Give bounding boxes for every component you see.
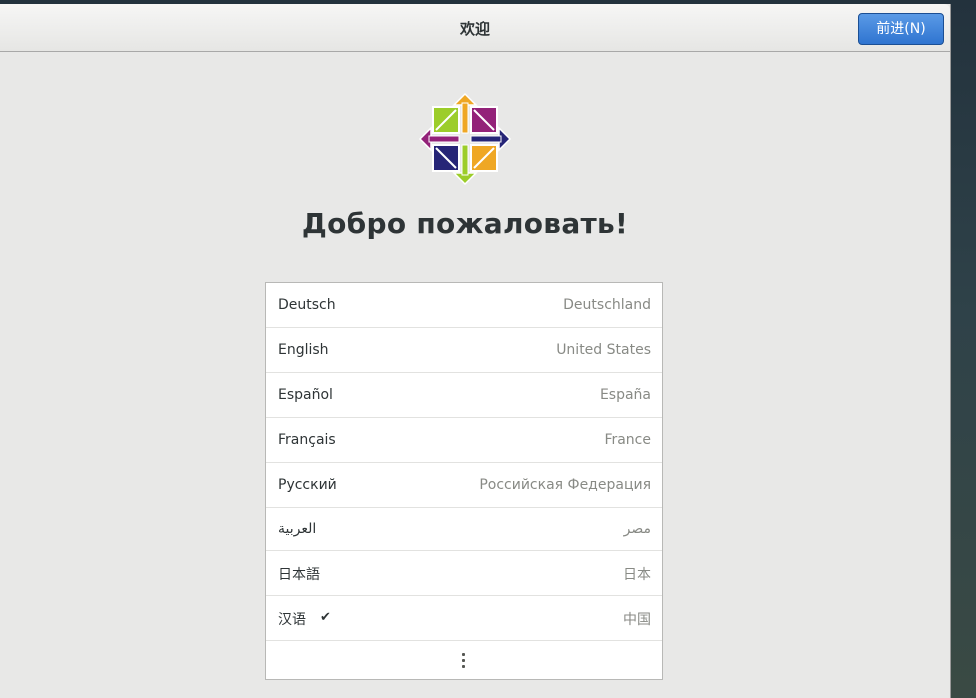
language-row-japanese[interactable]: 日本語 日本 (266, 551, 662, 596)
language-row-espanol[interactable]: Español España (266, 373, 662, 418)
language-region: España (599, 387, 651, 403)
language-row-russian[interactable]: Русский Российская Федерация (266, 463, 662, 508)
more-languages-button[interactable] (266, 641, 662, 679)
language-name: Español (278, 387, 333, 403)
language-row-francais[interactable]: Français France (266, 418, 662, 463)
language-name: 日本語 (278, 567, 320, 583)
language-row-chinese[interactable]: 汉语 ✔ 中国 (266, 596, 662, 641)
checkmark-icon: ✔ (320, 610, 331, 625)
next-button[interactable]: 前进(N) (858, 13, 944, 45)
language-name: العربية (278, 521, 317, 537)
language-name: Français (278, 432, 336, 448)
language-row-english[interactable]: English United States (266, 328, 662, 373)
language-name: Deutsch (278, 297, 336, 313)
window-title: 欢迎 (459, 20, 490, 38)
language-name: Русский (278, 477, 337, 493)
centos-logo-icon (418, 92, 512, 186)
initial-setup-window: 欢迎 前进(N) Добро пожаловать! Deutsch Deuts… (0, 4, 951, 698)
more-options-icon (462, 653, 466, 671)
language-list: Deutsch Deutschland English United State… (265, 282, 663, 680)
header-bar: 欢迎 前进(N) (0, 4, 950, 52)
language-row-arabic[interactable]: العربية مصر (266, 508, 662, 551)
language-region: Deutschland (563, 297, 651, 313)
language-region: 中国 (623, 612, 651, 628)
language-name: 汉语 (278, 612, 306, 628)
language-region: Российская Федерация (479, 477, 651, 493)
language-region: France (604, 432, 651, 448)
language-name: English (278, 342, 329, 358)
language-region: United States (556, 342, 651, 358)
language-region: 日本 (623, 567, 651, 583)
language-region: مصر (623, 521, 651, 537)
language-row-deutsch[interactable]: Deutsch Deutschland (266, 283, 662, 328)
welcome-heading: Добро пожаловать! (301, 207, 629, 240)
